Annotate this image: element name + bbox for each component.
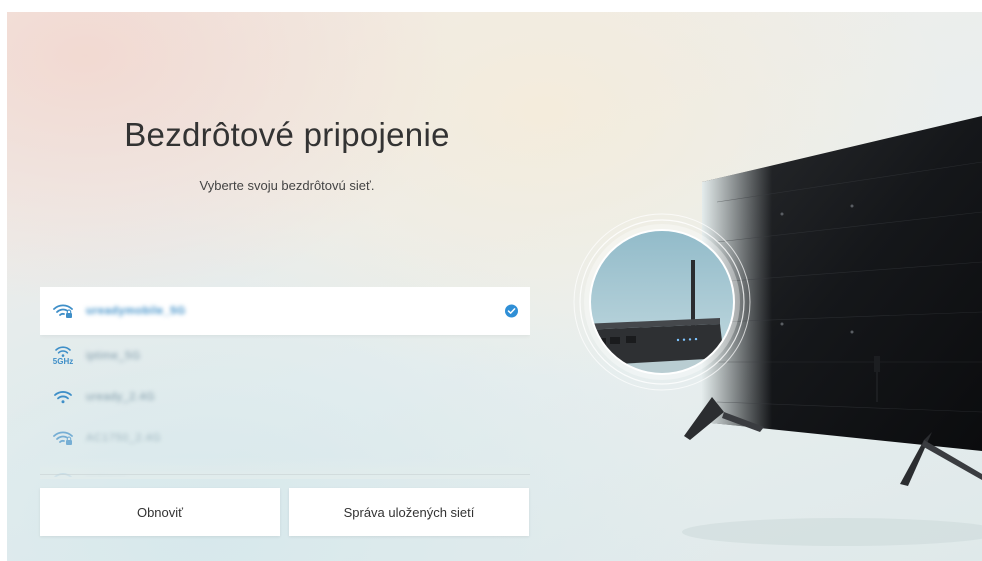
wifi-5ghz-icon: 5GHz (52, 343, 74, 369)
wifi-lock-icon (52, 427, 74, 449)
network-name: iptime_5G (86, 349, 141, 362)
band-label: 5GHz (52, 357, 74, 366)
check-icon (505, 304, 518, 318)
manage-saved-networks-button[interactable]: Správa uložených sietí (289, 488, 529, 536)
network-name: ureadymobile_5G (86, 305, 186, 317)
wifi-lock-icon (52, 300, 74, 322)
network-name: AC1750_2.4G (86, 431, 162, 444)
network-name: uready_2.4G (86, 390, 156, 403)
divider (40, 474, 530, 475)
network-item[interactable]: 5GHz iptime_5G (40, 335, 530, 376)
network-item[interactable]: AC1750_2.4G (40, 417, 530, 458)
network-item[interactable]: uready_2.4G (40, 376, 530, 417)
tv-router-illustration (573, 116, 982, 546)
page-title: Bezdrôtové pripojenie (124, 116, 450, 153)
screen-frame: Bezdrôtové pripojenie Vyberte svoju bezd… (7, 12, 982, 561)
list-fade (40, 457, 530, 479)
network-list: ureadymobile_5G 5GHz iptime_5G uready_2.… (40, 287, 530, 477)
page-subtitle: Vyberte svoju bezdrôtovú sieť. (199, 178, 375, 193)
refresh-button[interactable]: Obnoviť (40, 488, 280, 536)
network-item[interactable]: ureadymobile_5G (40, 287, 530, 335)
wifi-icon (52, 386, 74, 408)
